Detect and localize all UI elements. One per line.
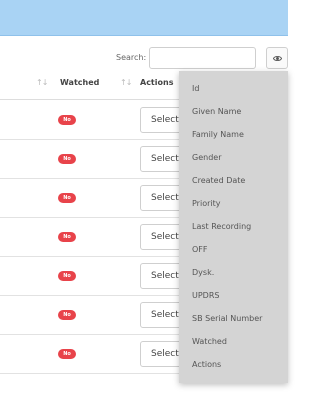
menu-item-off[interactable]: OFF [179, 238, 288, 262]
watched-badge: No [58, 193, 76, 203]
action-select-value: Select [151, 193, 179, 203]
menu-item-actions[interactable]: Actions [179, 353, 288, 377]
action-select-value: Select [151, 310, 179, 320]
menu-item-updrs[interactable]: UPDRS [179, 284, 288, 308]
menu-item-id[interactable]: Id [179, 77, 288, 101]
watched-badge: No [58, 232, 76, 242]
action-select-value: Select [151, 232, 179, 242]
menu-item-sb-serial-number[interactable]: SB Serial Number [179, 307, 288, 331]
sort-icon[interactable]: ↑↓ [120, 78, 132, 87]
column-visibility-button[interactable] [266, 47, 288, 69]
action-select-value: Select [151, 115, 179, 125]
watched-badge: No [58, 154, 76, 164]
menu-item-family-name[interactable]: Family Name [179, 123, 288, 147]
search-label: Search: [116, 53, 147, 62]
search-input[interactable] [149, 47, 256, 69]
sort-icon[interactable]: ↑↓ [36, 78, 48, 87]
eye-icon [273, 56, 282, 61]
top-header-bar [0, 0, 288, 36]
menu-item-dysk[interactable]: Dysk. [179, 261, 288, 285]
watched-badge: No [58, 349, 76, 359]
menu-item-gender[interactable]: Gender [179, 146, 288, 170]
column-header-actions[interactable]: Actions [140, 78, 173, 87]
watched-badge: No [58, 115, 76, 125]
menu-item-given-name[interactable]: Given Name [179, 100, 288, 124]
column-visibility-menu: Id Given Name Family Name Gender Created… [179, 71, 288, 383]
action-select-value: Select [151, 271, 179, 281]
menu-item-watched[interactable]: Watched [179, 330, 288, 354]
menu-item-created-date[interactable]: Created Date [179, 169, 288, 193]
watched-badge: No [58, 310, 76, 320]
column-header-watched[interactable]: Watched [60, 78, 99, 87]
menu-item-priority[interactable]: Priority [179, 192, 288, 216]
table-search-row: Search: [0, 44, 288, 72]
menu-item-last-recording[interactable]: Last Recording [179, 215, 288, 239]
action-select-value: Select [151, 154, 179, 164]
watched-badge: No [58, 271, 76, 281]
